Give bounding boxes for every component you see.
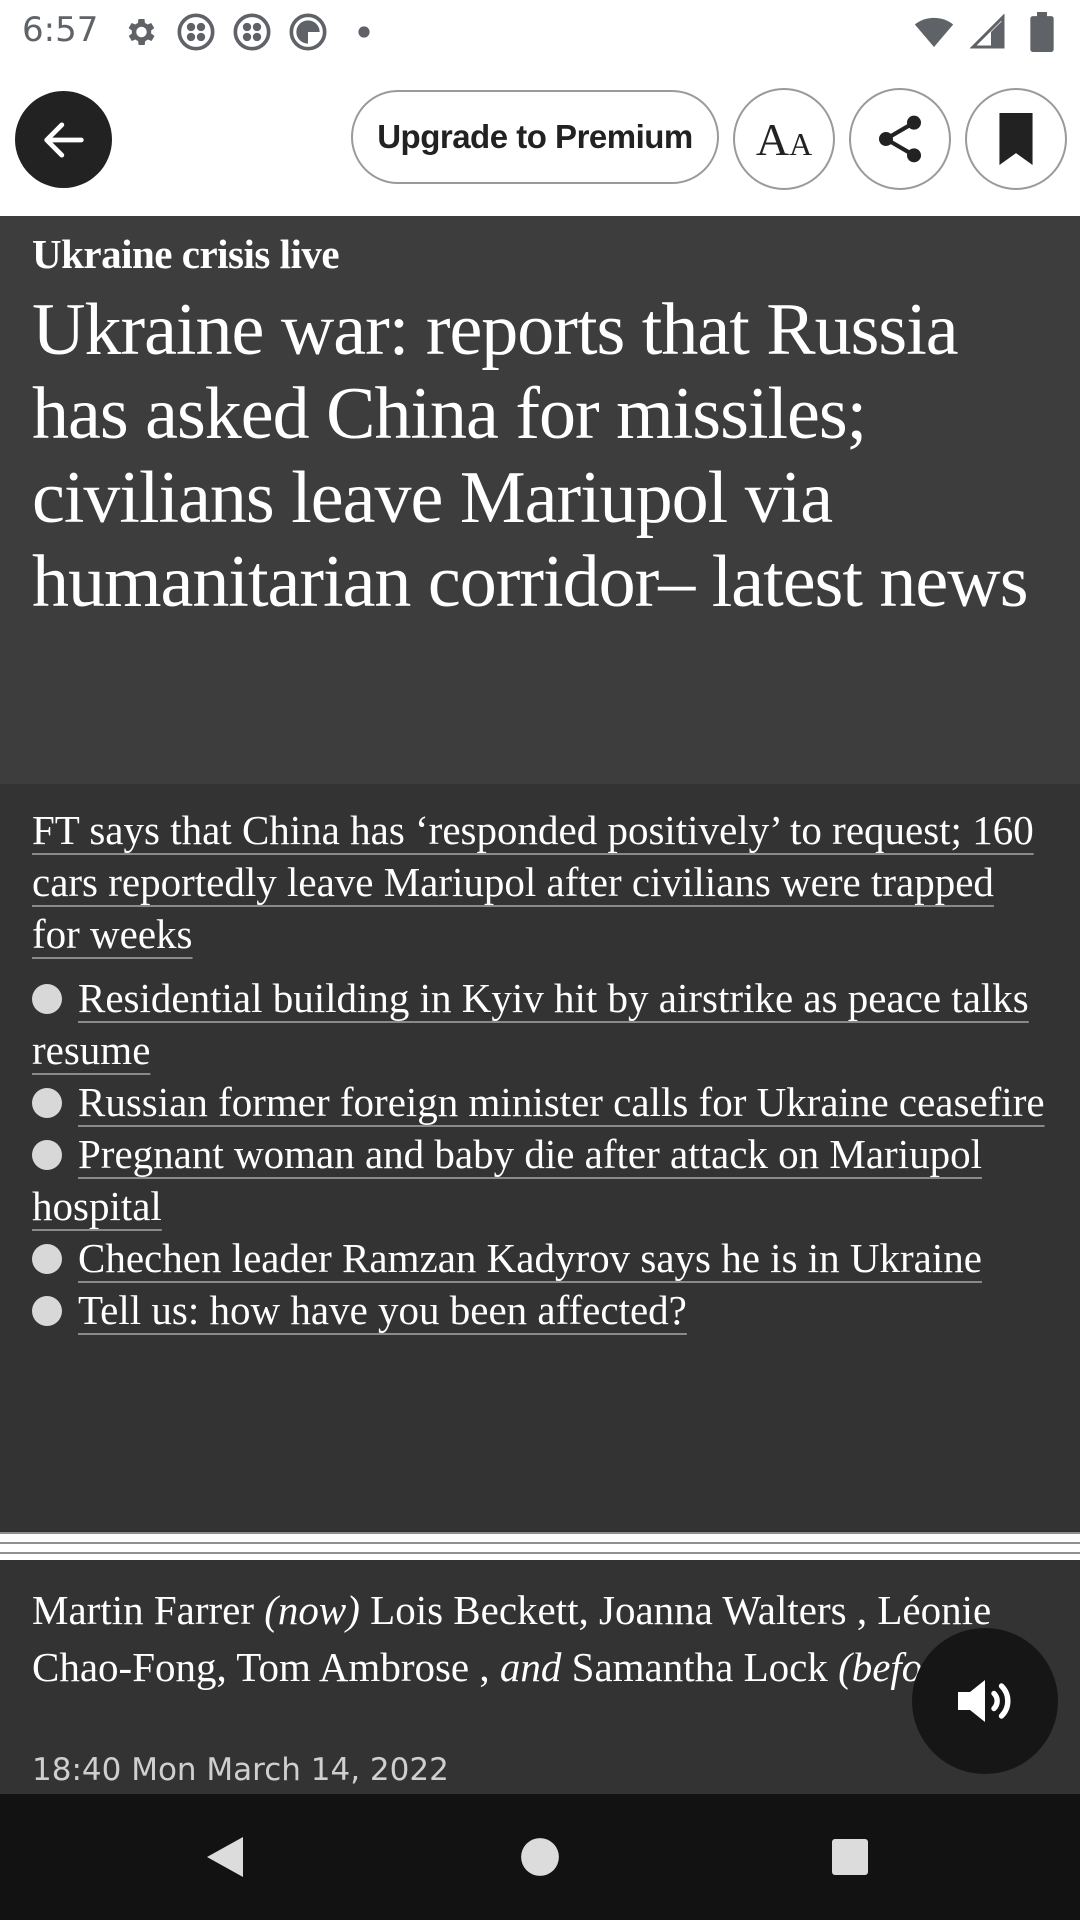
article-toolbar: Upgrade to Premium AA: [0, 64, 1080, 216]
article-dateline: 18:40 Mon March 14, 2022: [32, 1752, 449, 1788]
key-events-list: Residential building in Kyiv hit by airs…: [32, 972, 1052, 1336]
byline-last-author[interactable]: Samantha Lock: [572, 1644, 828, 1690]
data-saver-icon: [288, 12, 328, 52]
system-nav-bar: [0, 1794, 1080, 1920]
standfirst-intro[interactable]: FT says that China has ‘responded positi…: [32, 804, 1042, 960]
bullet-dot-icon: [32, 1139, 62, 1170]
list-item[interactable]: Chechen leader Ramzan Kadyrov says he is…: [32, 1232, 1052, 1284]
nav-back-button[interactable]: [195, 1827, 255, 1887]
standfirst-intro-text[interactable]: FT says that China has ‘responded positi…: [32, 807, 1034, 957]
list-item[interactable]: Pregnant woman and baby die after attack…: [32, 1128, 1052, 1232]
section-divider: [0, 1532, 1080, 1562]
signal-icon: [968, 12, 1008, 52]
byline-author-now[interactable]: Martin Farrer: [32, 1587, 254, 1633]
list-item-link[interactable]: Tell us: how have you been affected?: [78, 1287, 687, 1333]
bullet-dot-icon: [32, 1243, 62, 1274]
list-item-link[interactable]: Pregnant woman and baby die after attack…: [32, 1131, 982, 1229]
speaker-icon: [958, 1680, 1011, 1722]
status-time: 6:57: [22, 10, 99, 50]
status-icons-left: [120, 12, 384, 52]
app-icon: [232, 12, 272, 52]
battery-icon: [1022, 12, 1062, 52]
byline: Martin Farrer (now) Lois Beckett, Joanna…: [32, 1582, 1042, 1696]
app-icon: [176, 12, 216, 52]
bookmark-button[interactable]: [965, 88, 1067, 190]
list-item-link[interactable]: Chechen leader Ramzan Kadyrov says he is…: [78, 1235, 982, 1281]
list-item-link[interactable]: Residential building in Kyiv hit by airs…: [32, 975, 1029, 1073]
arrow-left-icon: [43, 121, 84, 158]
listen-audio-button[interactable]: [912, 1628, 1058, 1774]
dot-icon: [344, 12, 384, 52]
share-icon: [879, 115, 921, 163]
upgrade-premium-button[interactable]: Upgrade to Premium: [351, 90, 719, 184]
share-button[interactable]: [849, 88, 951, 190]
back-button[interactable]: [15, 91, 112, 188]
list-item[interactable]: Residential building in Kyiv hit by airs…: [32, 972, 1052, 1076]
nav-home-button[interactable]: [510, 1827, 570, 1887]
status-bar: 6:57: [0, 0, 1080, 64]
text-size-button[interactable]: AA: [733, 88, 835, 190]
list-item-link[interactable]: Russian former foreign minister calls fo…: [78, 1079, 1045, 1125]
gear-icon: [120, 12, 160, 52]
square-recents-icon: [832, 1839, 868, 1875]
status-icons-right: [914, 12, 1062, 52]
list-item[interactable]: Russian former foreign minister calls fo…: [32, 1076, 1052, 1128]
nav-recents-button[interactable]: [820, 1827, 880, 1887]
article-headline: Ukraine war: reports that Russia has ask…: [32, 289, 1029, 623]
bullet-dot-icon: [32, 983, 62, 1014]
text-size-icon: AA: [755, 113, 813, 165]
bullet-dot-icon: [32, 1087, 62, 1118]
wifi-icon: [914, 12, 954, 52]
byline-and-label: and: [499, 1644, 562, 1690]
triangle-back-icon: [207, 1837, 243, 1877]
bullet-dot-icon: [32, 1295, 62, 1326]
byline-now-label: (now): [264, 1587, 360, 1633]
circle-home-icon: [521, 1838, 559, 1876]
list-item[interactable]: Tell us: how have you been affected?: [32, 1284, 1052, 1336]
bookmark-icon: [999, 113, 1033, 165]
headline-section: Ukraine crisis live Ukraine war: reports…: [0, 216, 1080, 784]
standfirst-section: FT says that China has ‘responded positi…: [0, 784, 1080, 1554]
article-kicker: Ukraine crisis live: [32, 231, 340, 277]
